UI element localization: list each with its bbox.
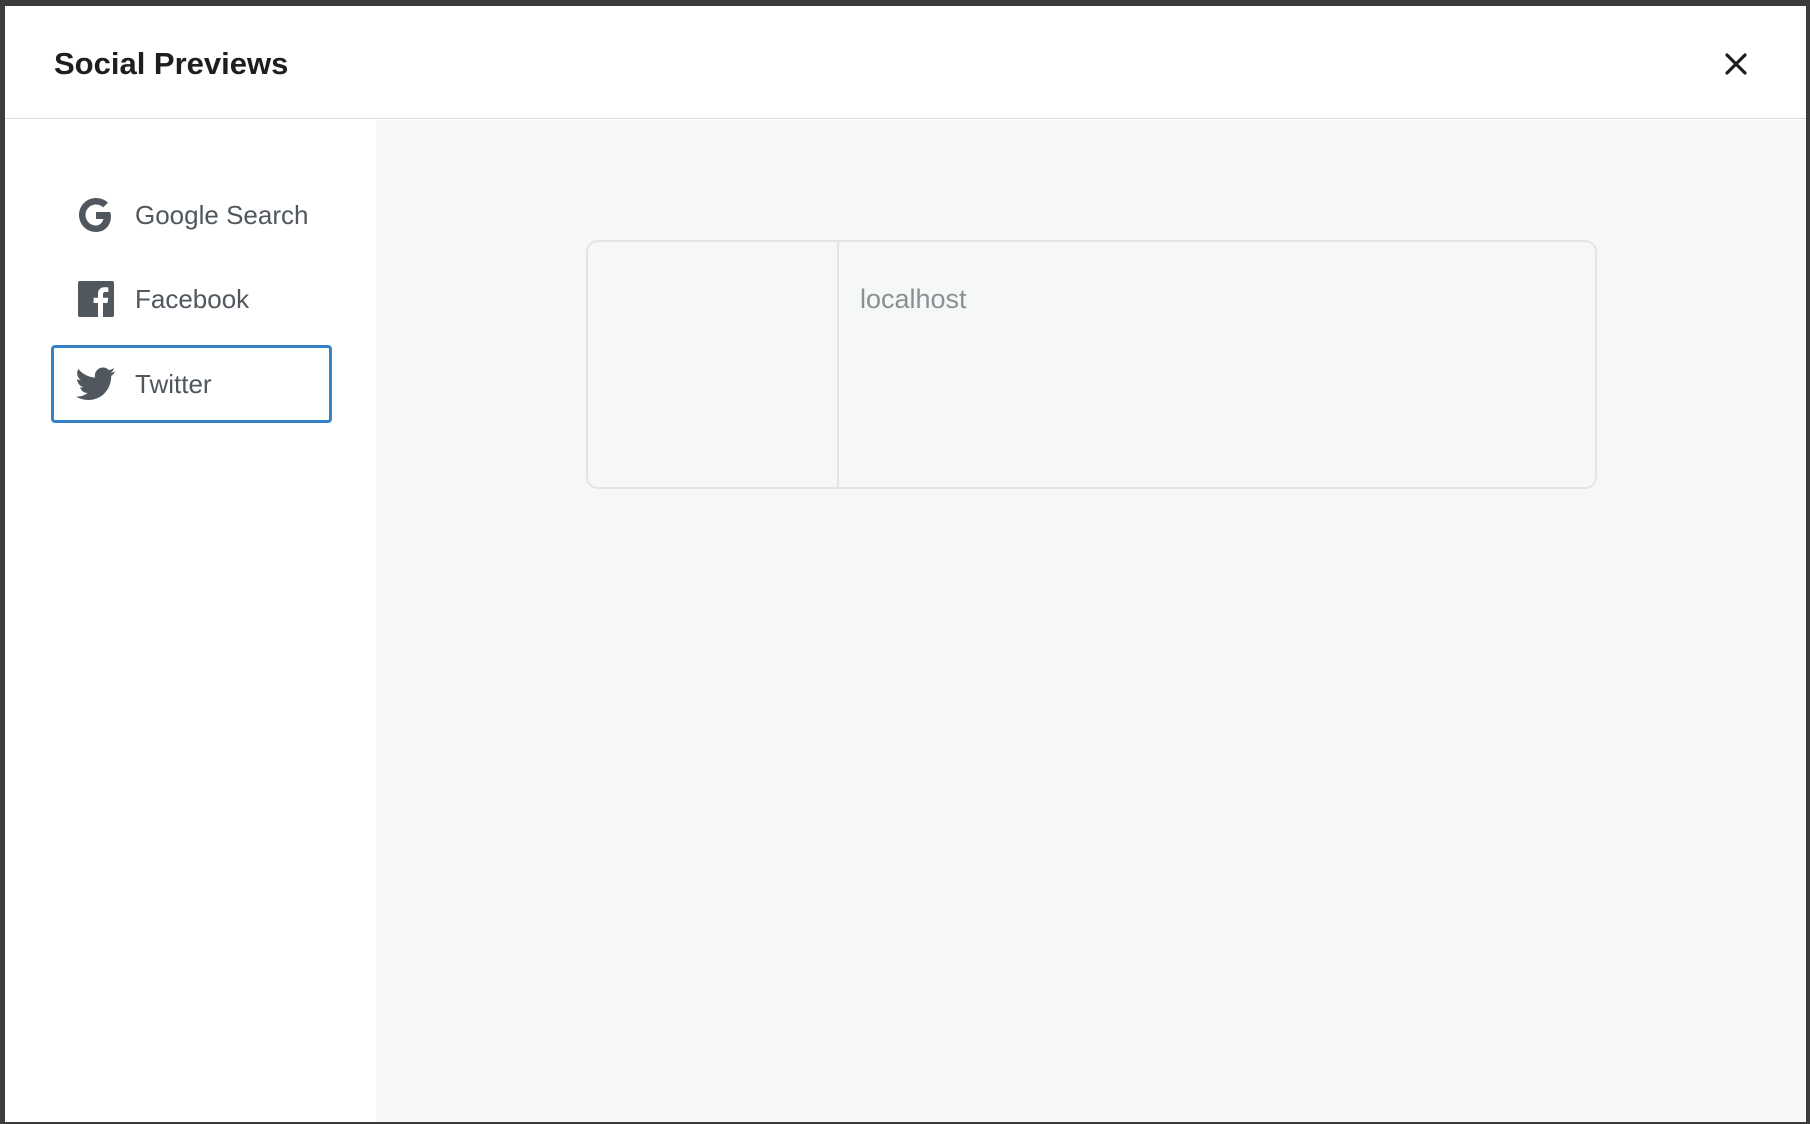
sidebar-item-facebook[interactable]: Facebook (51, 260, 332, 338)
sidebar-item-label: Twitter (135, 368, 212, 399)
preview-sidebar: Google Search Facebook Twitter (5, 120, 376, 1122)
modal-title: Social Previews (54, 46, 289, 81)
close-icon (1725, 53, 1747, 75)
preview-content: localhost (376, 120, 1806, 1122)
preview-domain: localhost (860, 284, 967, 314)
preview-image-placeholder (588, 242, 839, 487)
twitter-icon (75, 363, 117, 405)
sidebar-item-label: Facebook (135, 283, 250, 314)
twitter-preview-card: localhost (586, 240, 1597, 489)
google-icon (75, 194, 117, 236)
facebook-icon (75, 278, 117, 320)
sidebar-item-twitter[interactable]: Twitter (51, 345, 332, 423)
sidebar-item-label: Google Search (135, 199, 309, 230)
modal-header: Social Previews (5, 6, 1806, 119)
sidebar-item-google-search[interactable]: Google Search (51, 176, 332, 254)
social-previews-modal: Social Previews Google Search Facebook T… (5, 6, 1806, 1122)
close-button[interactable] (1719, 47, 1753, 81)
